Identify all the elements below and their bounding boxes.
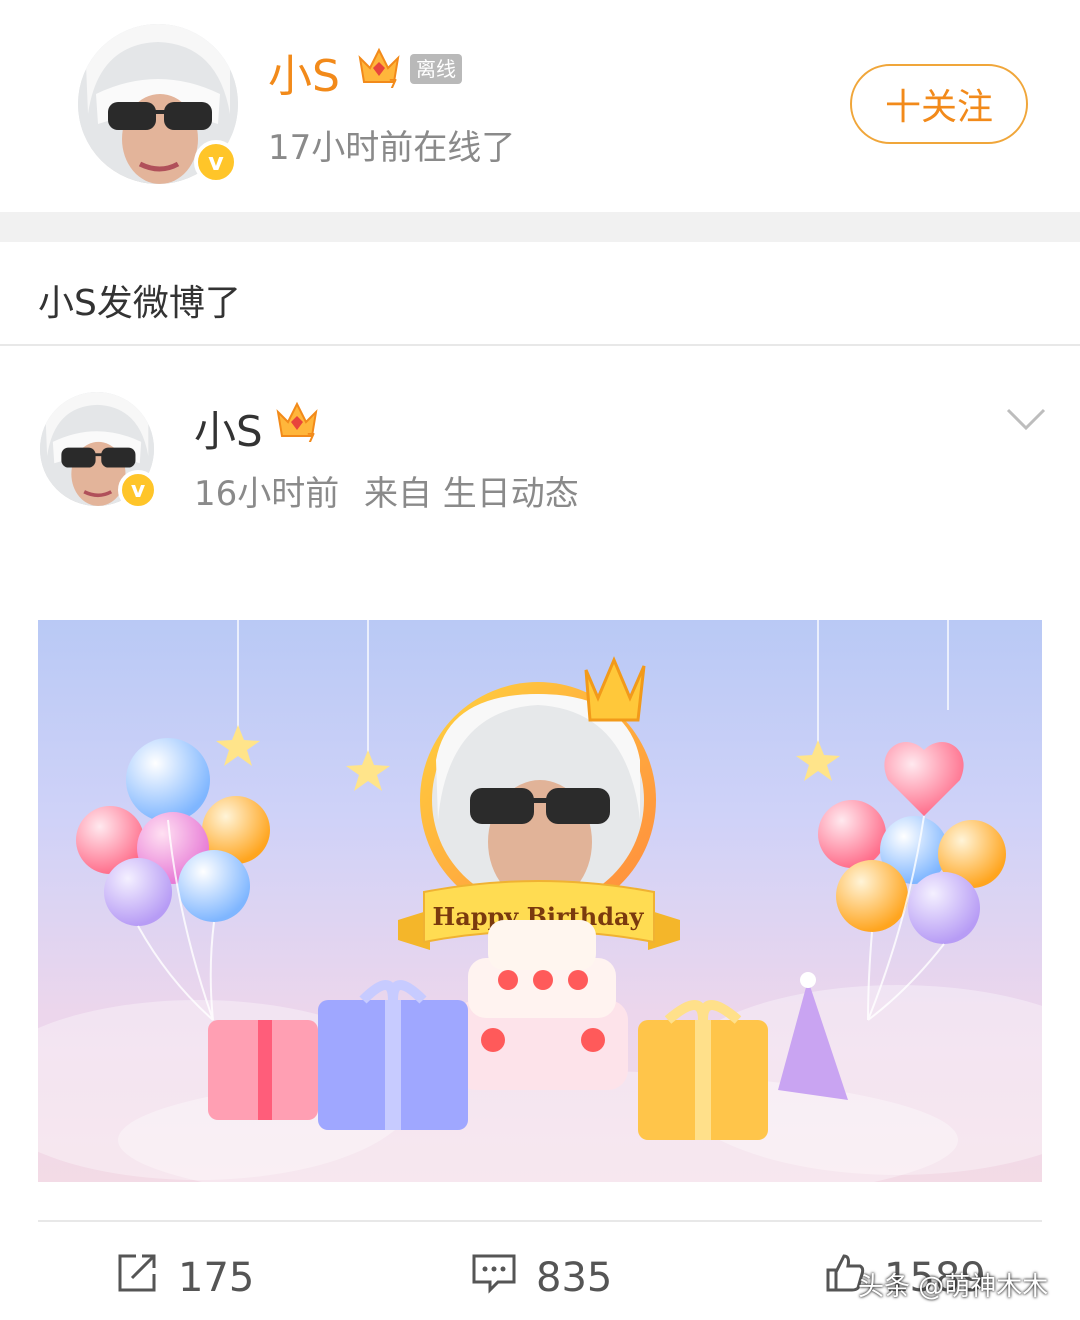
watermark-text: 头条 @萌神木木 xyxy=(858,1272,1049,1302)
comment-count: 835 xyxy=(536,1255,613,1301)
comment-button[interactable]: 835 xyxy=(470,1250,612,1306)
crown-level-icon: 7 xyxy=(356,44,402,91)
post-time: 16小时前 xyxy=(194,474,340,514)
crown-level-icon: 7 xyxy=(274,398,320,445)
offline-status-tag: 离线 xyxy=(410,54,462,84)
verified-badge-icon: v xyxy=(194,140,238,184)
repost-count: 175 xyxy=(178,1255,255,1301)
birthday-banner-art: Happy Birthday xyxy=(38,620,1042,1182)
post-author-name[interactable]: 小S xyxy=(194,398,263,459)
follow-button-label: 十关注 xyxy=(884,87,993,128)
follow-button[interactable]: 十关注 xyxy=(850,64,1028,144)
birthday-banner-image[interactable]: Happy Birthday xyxy=(38,620,1042,1182)
repost-button[interactable]: 175 xyxy=(114,1250,254,1306)
online-status-text: 17小时前在线了 xyxy=(268,128,516,168)
crown-level-number: 7 xyxy=(307,431,315,444)
crown-level-number: 7 xyxy=(389,77,397,90)
profile-name[interactable]: 小S xyxy=(268,40,340,104)
section-divider xyxy=(0,212,1080,242)
action-bar-divider xyxy=(38,1220,1042,1222)
comment-icon xyxy=(470,1250,518,1306)
chevron-down-icon[interactable] xyxy=(1002,400,1050,440)
section-title-divider xyxy=(0,344,1080,346)
verified-badge-icon: v xyxy=(118,470,158,510)
section-title: 小S发微博了 xyxy=(38,283,241,324)
post-source[interactable]: 来自 生日动态 xyxy=(364,466,579,515)
repost-icon xyxy=(114,1250,160,1306)
